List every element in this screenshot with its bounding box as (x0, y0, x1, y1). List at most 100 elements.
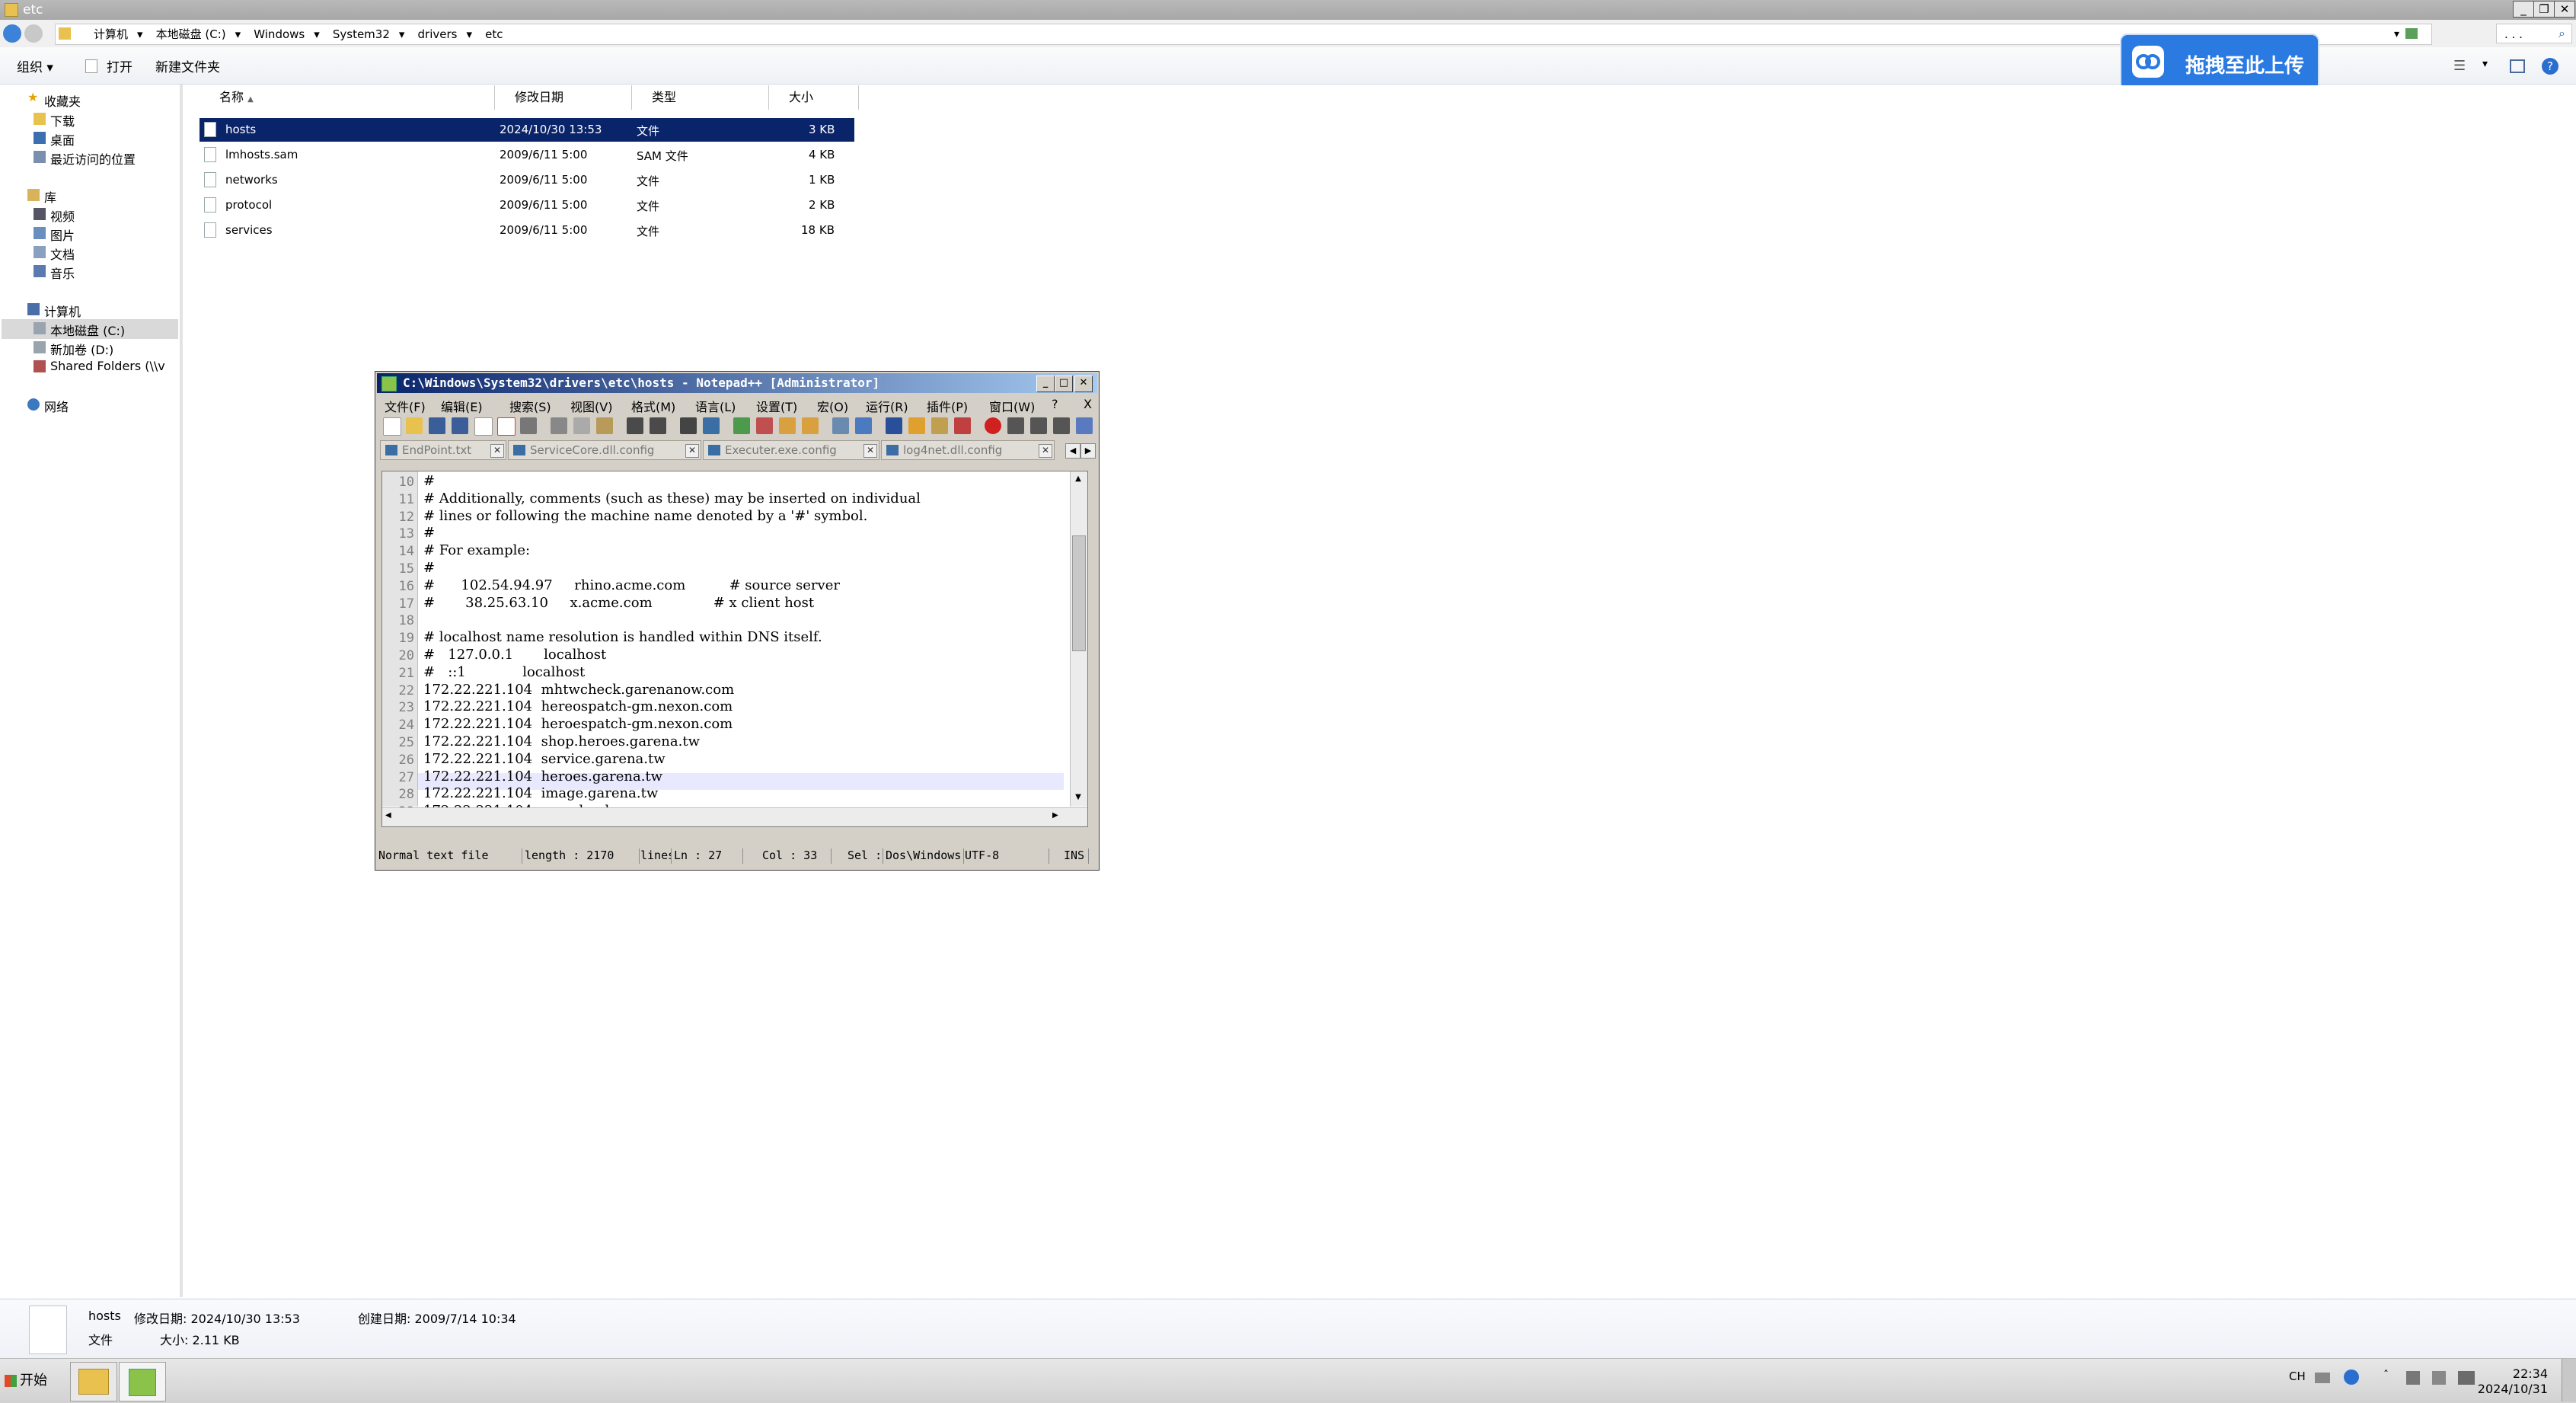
close-tab-icon[interactable]: ✕ (1039, 444, 1052, 458)
sync-vertical-icon[interactable] (779, 417, 796, 434)
redo-icon[interactable] (650, 417, 666, 434)
new-file-icon[interactable] (383, 417, 401, 436)
code-line[interactable]: 172.22.221.104 image.garena.tw (423, 785, 658, 801)
taskbar-explorer-button[interactable] (70, 1362, 117, 1401)
scroll-left-icon[interactable]: ◀ (385, 811, 391, 820)
file-row[interactable]: protocol 2009/6/11 5:00 文件 2 KB (200, 193, 854, 217)
indent-guide-icon[interactable] (886, 417, 902, 434)
save-icon[interactable] (429, 417, 445, 434)
start-button[interactable]: 开始 (0, 1363, 53, 1398)
taskbar-clock[interactable]: 22:34 2024/10/31 (2464, 1366, 2548, 1397)
nav-item-videos[interactable]: 视频 (34, 206, 75, 225)
copy-icon[interactable] (573, 417, 590, 434)
close-all-icon[interactable] (497, 417, 516, 436)
macro-save-icon[interactable] (1076, 417, 1093, 434)
back-button[interactable] (3, 24, 21, 43)
macro-play-icon[interactable] (1030, 417, 1047, 434)
close-file-icon[interactable] (474, 417, 493, 436)
help-tray-icon[interactable] (2344, 1369, 2359, 1385)
code-line[interactable]: 172.22.221.104 service.garena.tw (423, 751, 666, 767)
help-icon[interactable]: ? (2542, 58, 2558, 75)
scroll-right-icon[interactable]: ▶ (1052, 811, 1058, 820)
breadcrumb-item[interactable]: Windows (254, 27, 305, 41)
nav-favorites[interactable]: ★ 收藏夹 (27, 90, 81, 110)
keyboard-icon[interactable] (2315, 1373, 2330, 1383)
open-button[interactable]: 打开 (107, 56, 132, 75)
menu-settings[interactable]: 设置(T) (756, 397, 797, 415)
breadcrumb-item[interactable]: 本地磁盘 (C:) (156, 27, 226, 41)
taskbar-notepadpp-button[interactable] (119, 1362, 166, 1401)
close-tab-icon[interactable]: ✕ (863, 444, 877, 458)
code-line[interactable]: # lines or following the machine name de… (423, 508, 867, 524)
tab-scroll-left-icon[interactable]: ◀ (1065, 443, 1081, 459)
close-tab-icon[interactable]: ✕ (490, 444, 504, 458)
code-line[interactable]: # localhost name resolution is handled w… (423, 629, 822, 645)
forward-button[interactable] (24, 24, 43, 43)
code-line[interactable]: 172.22.221.104 hereospatch-gm.nexon.com (423, 698, 733, 714)
view-options-icon[interactable]: ☰ (2453, 58, 2466, 74)
text-editor[interactable]: 1011121314151617181920212223242526272829… (381, 471, 1088, 827)
zoom-in-icon[interactable] (733, 417, 750, 434)
macro-record-icon[interactable] (985, 417, 1001, 434)
code-line[interactable]: 172.22.221.104 mhtwcheck.garenanow.com (423, 682, 734, 698)
nav-item-music[interactable]: 音乐 (34, 264, 75, 282)
nav-item-pictures[interactable]: 图片 (34, 225, 75, 244)
chevron-down-icon[interactable]: ▾ (466, 27, 472, 41)
code-line[interactable]: # (423, 473, 435, 489)
menu-macro[interactable]: 宏(O) (817, 397, 848, 415)
code-line[interactable]: # ::1 localhost (423, 664, 585, 680)
code-line[interactable]: # 127.0.0.1 localhost (423, 647, 606, 663)
word-wrap-icon[interactable] (832, 417, 849, 434)
chevron-down-icon[interactable]: ▾ (137, 27, 143, 41)
maximize-button[interactable]: □ (1055, 376, 1073, 392)
chevron-down-icon[interactable]: ▾ (235, 27, 241, 41)
menu-plugins[interactable]: 插件(P) (927, 397, 968, 415)
address-dropdown-icon[interactable]: ▾ (2394, 24, 2399, 44)
menu-help[interactable]: ? (1052, 397, 1058, 411)
breadcrumb-item[interactable]: etc (485, 27, 503, 41)
chevron-down-icon[interactable]: ▾ (314, 27, 320, 41)
print-icon[interactable] (520, 417, 537, 434)
file-row[interactable]: lmhosts.sam 2009/6/11 5:00 SAM 文件 4 KB (200, 143, 854, 167)
scroll-down-icon[interactable]: ▼ (1072, 791, 1084, 804)
nav-item-volume-d[interactable]: 新加卷 (D:) (34, 340, 113, 358)
menu-language[interactable]: 语言(L) (695, 397, 736, 415)
code-line[interactable]: 172.22.221.104 shop.heroes.garena.tw (423, 733, 700, 749)
tab-executer[interactable]: Executer.exe.config ✕ (703, 440, 879, 460)
column-size[interactable]: 大小 (769, 85, 859, 110)
menu-format[interactable]: 格式(M) (631, 397, 675, 415)
code-line[interactable]: # Additionally, comments (such as these)… (423, 491, 921, 507)
menu-view[interactable]: 视图(V) (570, 397, 612, 415)
volume-muted-icon[interactable] (2406, 1371, 2420, 1385)
action-center-flag-icon[interactable] (2432, 1371, 2446, 1385)
nav-libraries[interactable]: 库 (27, 187, 56, 206)
menu-run[interactable]: 运行(R) (866, 397, 908, 415)
column-type[interactable]: 类型 (632, 85, 769, 110)
breadcrumb-item[interactable]: 计算机 (94, 27, 128, 41)
menu-file[interactable]: 文件(F) (385, 397, 426, 415)
file-row[interactable]: services 2009/6/11 5:00 文件 18 KB (200, 219, 854, 242)
cut-icon[interactable] (551, 417, 567, 434)
nav-item-recent[interactable]: 最近访问的位置 (34, 149, 136, 168)
organize-button[interactable]: 组织 ▾ (17, 56, 53, 75)
tab-log4net[interactable]: log4net.dll.config ✕ (881, 440, 1055, 460)
macro-stop-icon[interactable] (1007, 417, 1024, 434)
open-file-icon[interactable] (406, 417, 423, 434)
search-icon[interactable]: ⌕ (2558, 26, 2565, 41)
paste-icon[interactable] (596, 417, 613, 434)
find-icon[interactable] (680, 417, 697, 434)
file-row[interactable]: hosts 2024/10/30 13:53 文件 3 KB (200, 118, 854, 142)
vertical-scrollbar[interactable]: ▲ ▼ (1070, 471, 1087, 807)
tab-servicecore[interactable]: ServiceCore.dll.config ✕ (508, 440, 701, 460)
nav-item-downloads[interactable]: 下载 (34, 111, 75, 129)
chevron-down-icon[interactable]: ▾ (399, 27, 405, 41)
close-tab-icon[interactable]: ✕ (685, 444, 699, 458)
baidu-upload-banner[interactable]: 拖拽至此上传 (2121, 35, 2318, 90)
code-line[interactable]: 172.22.221.104 heroes.garena.tw (423, 769, 662, 785)
code-line[interactable]: # For example: (423, 542, 530, 558)
scrollbar-thumb[interactable] (1072, 535, 1086, 651)
new-folder-button[interactable]: 新建文件夹 (155, 56, 220, 75)
column-name[interactable]: 名称 ▲ (200, 85, 495, 110)
menu-edit[interactable]: 编辑(E) (441, 397, 483, 415)
tab-endpoint[interactable]: EndPoint.txt ✕ (380, 440, 506, 460)
